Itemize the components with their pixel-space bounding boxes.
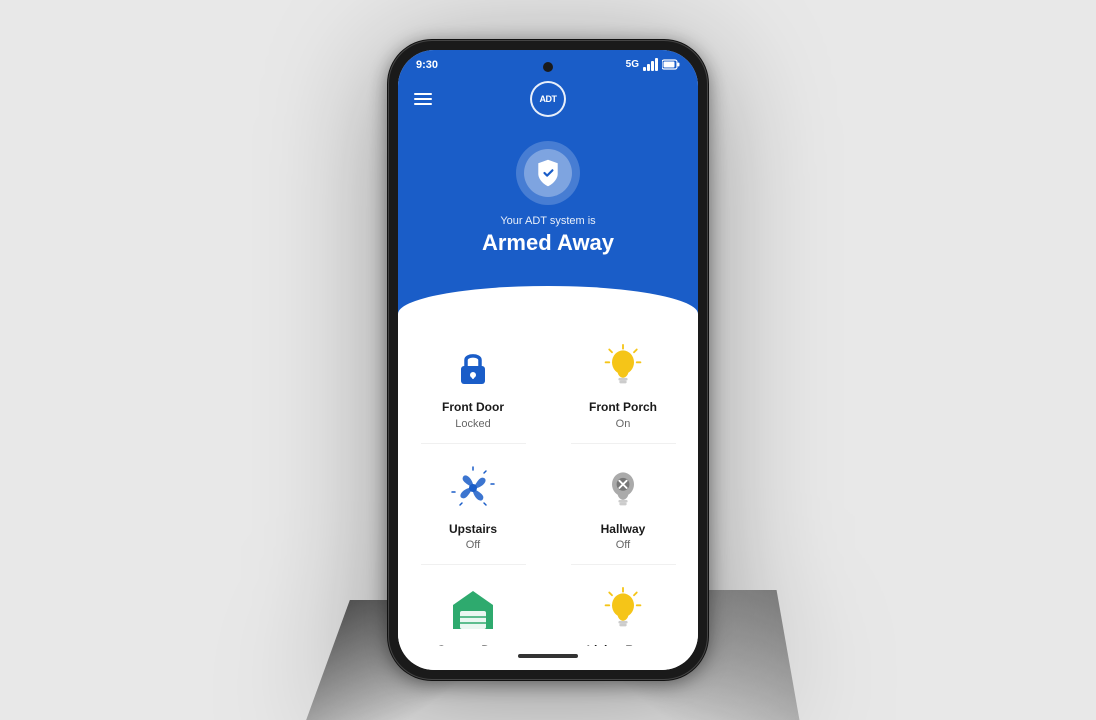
living-room-name: Living Room [587,643,660,646]
drag-handle[interactable] [534,292,562,295]
phone-frame: 9:30 5G [388,40,708,680]
battery-icon [662,59,680,70]
device-front-door[interactable]: Front Door Locked [398,322,548,444]
front-door-name: Front Door [442,400,504,416]
wave-divider [398,286,698,314]
nav-bar: ADT [398,75,698,127]
device-upstairs[interactable]: Upstairs Off [398,444,548,566]
phone-screen: 9:30 5G [398,50,698,670]
hamburger-menu[interactable] [414,93,432,105]
device-front-porch[interactable]: Front Porch On [548,322,698,444]
upstairs-status: Off [466,539,480,551]
hamburger-line-1 [414,93,432,95]
front-porch-name: Front Porch [589,400,657,416]
signal-label: 5G [626,59,639,70]
signal-bar-3 [651,61,654,71]
living-room-icon-wrap [597,583,649,635]
shield-icon [533,158,563,188]
hallway-icon-wrap [597,462,649,514]
status-time: 9:30 [416,59,438,71]
garage-door-name: Garage Door [437,643,510,646]
system-status-value: Armed Away [482,230,614,256]
hamburger-line-3 [414,103,432,105]
hallway-status: Off [616,539,630,551]
shield-inner [524,149,572,197]
lock-icon [451,344,495,388]
upstairs-name: Upstairs [449,522,497,538]
device-living-room[interactable]: Living Room On [548,565,698,646]
fan-icon [450,465,496,511]
garage-icon [448,587,498,631]
hallway-name: Hallway [601,522,646,538]
front-porch-status: On [616,418,631,430]
bulb-on-icon [603,344,643,388]
status-icons: 5G [626,58,680,71]
signal-bars [643,58,658,71]
system-status-label: Your ADT system is [500,215,595,227]
phone-wrapper: 9:30 5G [388,40,708,680]
home-bar [398,646,698,670]
hero-section: Your ADT system is Armed Away [398,127,698,286]
signal-bar-1 [643,67,646,71]
home-indicator [518,654,578,658]
devices-grid: Front Door Locked [398,322,698,646]
device-hallway[interactable]: Hallway Off [548,444,698,566]
signal-bar-4 [655,58,658,71]
adt-logo: ADT [530,81,566,117]
device-garage-door[interactable]: Garage Door Open [398,565,548,646]
bulb-off-icon [603,466,643,510]
devices-section[interactable]: Front Door Locked [398,314,698,646]
bulb-on-icon-2 [603,587,643,631]
signal-bar-2 [647,64,650,71]
adt-logo-text: ADT [540,94,557,104]
front-porch-icon-wrap [597,340,649,392]
hamburger-line-2 [414,98,432,100]
garage-door-icon-wrap [447,583,499,635]
shield-container [516,141,580,205]
front-door-status: Locked [455,418,490,430]
camera-notch [543,62,553,72]
upstairs-icon-wrap [447,462,499,514]
front-door-icon-wrap [447,340,499,392]
